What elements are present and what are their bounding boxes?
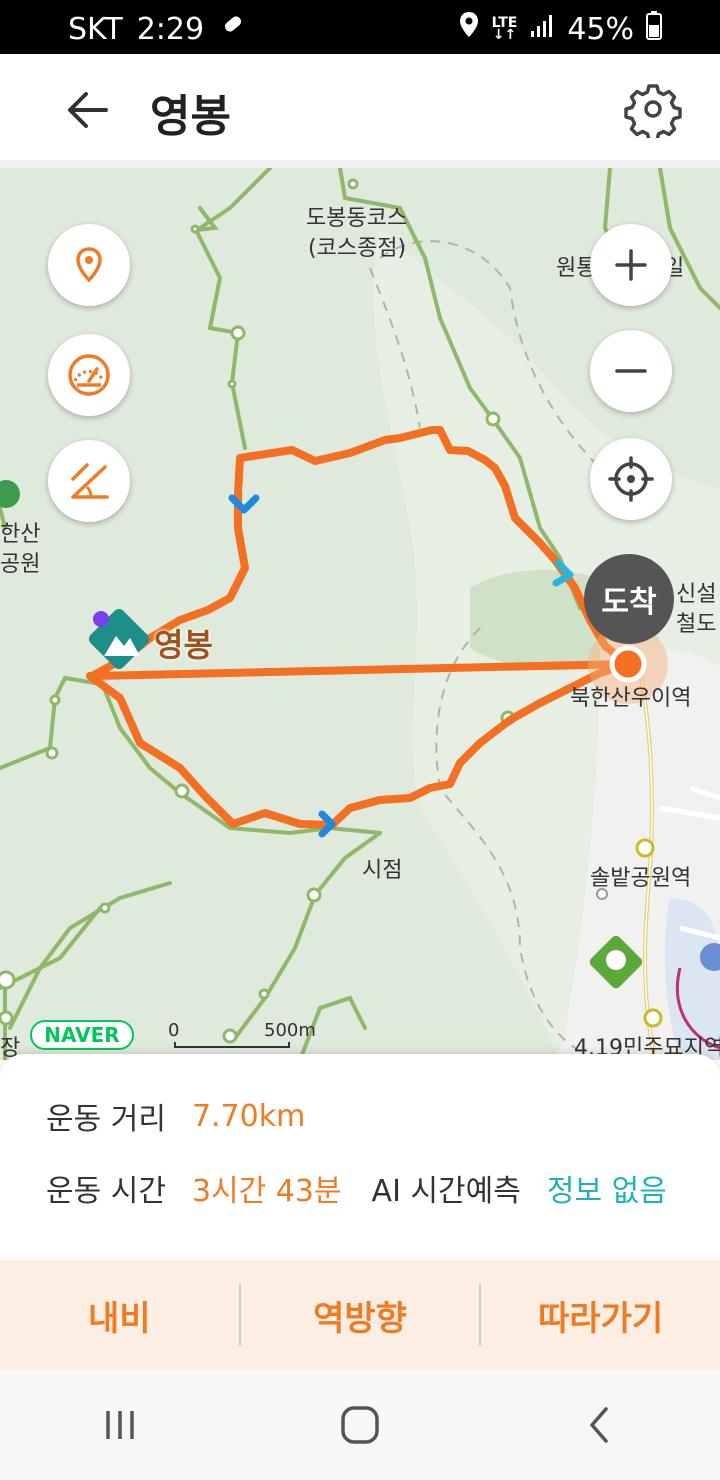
home-icon [341, 1406, 379, 1444]
home-button[interactable] [330, 1395, 390, 1455]
action-bar: 내비 역방향 따라가기 [0, 1260, 720, 1370]
zoom-out-button[interactable] [590, 330, 672, 412]
distance-row: 운동 거리 7.70km [46, 1094, 305, 1138]
map-scale: 0 500m [168, 1020, 318, 1050]
battery-icon [646, 10, 662, 48]
status-left: SKT 2:29 [68, 10, 248, 48]
scale-min-label: 0 [168, 1020, 180, 1041]
course-label-1: 도봉동코스 [306, 206, 408, 231]
clock-text: 2:29 [136, 11, 205, 47]
start-label: 시점 [362, 858, 403, 883]
back-button[interactable] [60, 82, 116, 138]
follow-button[interactable]: 따라가기 [481, 1260, 720, 1370]
status-right: LTE ↓↑ 45% [458, 10, 662, 48]
park-label-2: 공원 [0, 552, 41, 577]
carrier-text: SKT [68, 11, 123, 47]
clip-icon [218, 10, 248, 48]
my-location-button[interactable] [590, 438, 672, 520]
signal-icon [529, 12, 555, 47]
ai-time-value[interactable]: 정보 없음 [547, 1166, 667, 1210]
battery-text: 45% [567, 11, 634, 47]
park-label-1: 한산 [0, 522, 41, 547]
crosshair-icon [608, 456, 654, 502]
arrow-left-icon [68, 92, 108, 128]
scale-max-label: 500m [264, 1020, 316, 1041]
naver-logo: NAVER [30, 1020, 134, 1050]
distance-value: 7.70km [191, 1098, 306, 1134]
distance-label: 운동 거리 [46, 1102, 166, 1137]
status-bar: SKT 2:29 LTE ↓↑ 45% [0, 0, 720, 54]
settings-button[interactable] [624, 80, 682, 142]
page-title: 영봉 [150, 91, 231, 142]
station-label-bukhansan: 북한산우이역 [570, 686, 692, 711]
gear-icon [624, 84, 682, 142]
slope-icon [71, 463, 109, 499]
location-button[interactable] [48, 224, 130, 306]
zoom-in-button[interactable] [590, 224, 672, 306]
zoom-out-icon [615, 369, 647, 373]
header-divider [0, 160, 720, 168]
nav-back-button[interactable] [570, 1395, 630, 1455]
zoom-in-icon [615, 249, 647, 281]
speedometer-icon [68, 354, 110, 396]
arrive-label: 도착 [601, 585, 657, 620]
slope-button[interactable] [48, 440, 130, 522]
course-label-2: (코스종점) [308, 236, 407, 261]
peak-label: 영봉 [154, 626, 213, 664]
navi-button[interactable]: 내비 [0, 1260, 239, 1370]
rail-label-2: 철도 [676, 612, 717, 637]
rail-label-1: 신설 [676, 582, 717, 607]
system-nav-bar [0, 1370, 720, 1480]
location-pin-icon [76, 247, 102, 283]
recent-apps-button[interactable] [90, 1395, 150, 1455]
station-label-solbat: 솔밭공원역 [590, 866, 692, 891]
time-row: 운동 시간 3시간 43분 AI 시간예측 정보 없음 [46, 1166, 667, 1210]
location-status-icon [458, 11, 480, 47]
time-label: 운동 시간 [46, 1174, 166, 1209]
time-value: 3시간 43분 [191, 1174, 342, 1209]
reverse-button[interactable]: 역방향 [241, 1260, 480, 1370]
back-icon [590, 1407, 608, 1443]
recent-apps-icon [106, 1411, 134, 1439]
map-view[interactable]: 도봉동코스 (코스종점) 원통 일 한산 공원 신설 철도 북한산우이역 시점 … [0, 168, 720, 1060]
scale-bar [174, 1042, 290, 1048]
arrive-marker[interactable]: 도착 [584, 554, 674, 644]
lte-icon: LTE ↓↑ [491, 15, 518, 43]
ai-time-label: AI 시간예측 [371, 1174, 521, 1209]
route-info-panel: 운동 거리 7.70km 운동 시간 3시간 43분 AI 시간예측 정보 없음 [0, 1054, 720, 1260]
speed-button[interactable] [48, 334, 130, 416]
app-header: 영봉 [0, 54, 720, 160]
